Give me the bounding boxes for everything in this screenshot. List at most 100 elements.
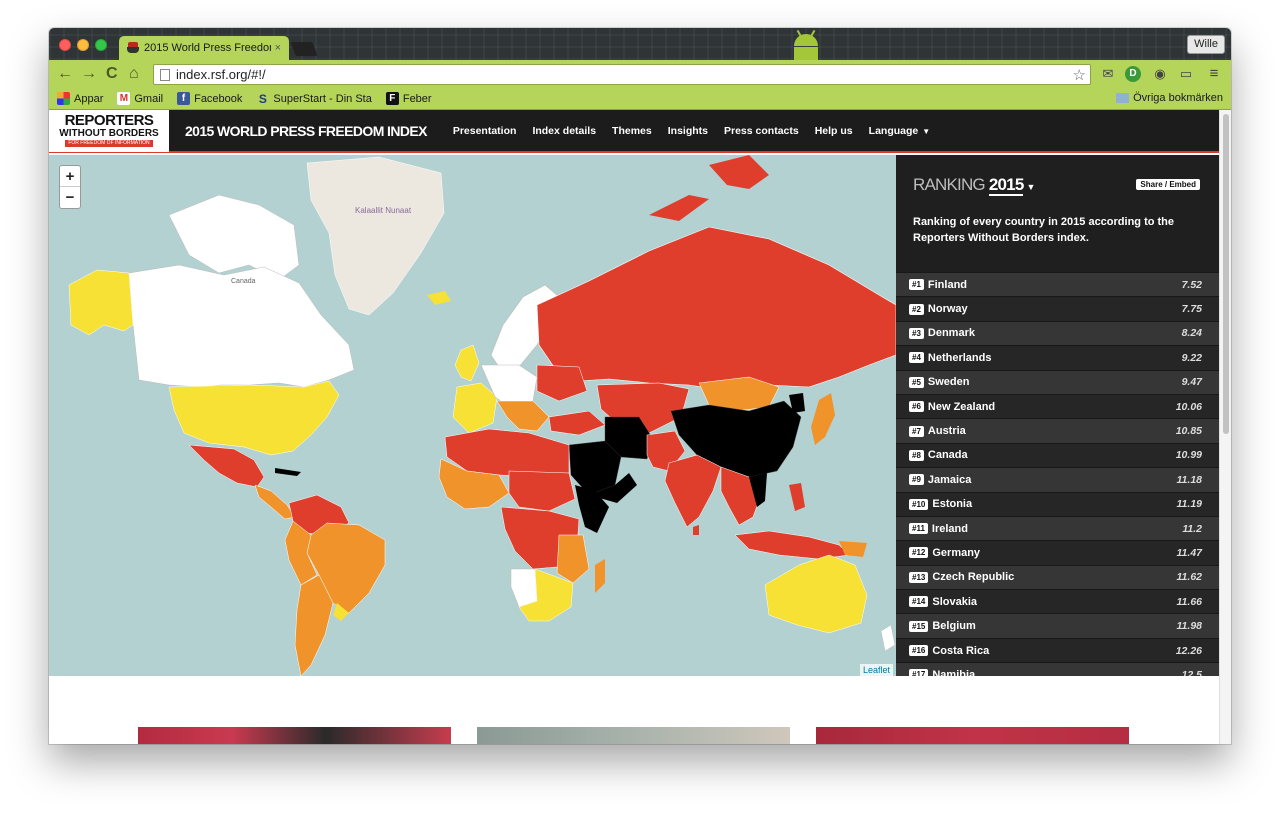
ranking-row[interactable]: #12 Germany 11.47 (896, 540, 1219, 565)
page-icon (160, 68, 170, 81)
ranking-row[interactable]: #2 Norway 7.75 (896, 296, 1219, 321)
logo-line-1: REPORTERS (64, 112, 154, 129)
ranking-row[interactable]: #11 Ireland 11.2 (896, 515, 1219, 541)
menu-icon[interactable]: ≡ (1205, 66, 1223, 82)
article-thumbnail[interactable] (138, 727, 451, 744)
scrollbar-thumb[interactable] (1223, 114, 1229, 434)
rank-badge: #11 (909, 523, 928, 535)
bookmark-facebook[interactable]: f Facebook (177, 92, 242, 105)
nav-press-contacts[interactable]: Press contacts (724, 125, 799, 137)
site-header: REPORTERS WITHOUT BORDERS FOR FREEDOM OF… (49, 110, 1219, 153)
country-score: 9.47 (1181, 376, 1202, 389)
nav-insights[interactable]: Insights (668, 125, 708, 137)
zoom-control: + − (59, 165, 81, 209)
ranking-row[interactable]: #16 Costa Rica 12.26 (896, 637, 1219, 663)
nav-index-details[interactable]: Index details (532, 125, 596, 137)
instapaper-extension-icon[interactable]: D (1125, 66, 1141, 82)
zoom-window-button[interactable] (95, 39, 107, 51)
reload-icon[interactable]: C (106, 64, 118, 84)
rsf-logo[interactable]: REPORTERS WITHOUT BORDERS FOR FREEDOM OF… (49, 110, 169, 152)
bookmarks-bar: Appar M Gmail f Facebook S SuperStart - … (49, 88, 1231, 110)
ranking-row[interactable]: #10 Estonia 11.19 (896, 491, 1219, 516)
country-name: Belgium (932, 620, 976, 633)
mail-extension-icon[interactable]: ✉ (1099, 66, 1117, 82)
share-embed-button[interactable]: Share / Embed (1136, 179, 1200, 190)
country-name: Netherlands (927, 351, 992, 364)
country-india (664, 454, 722, 528)
country-name: Costa Rica (932, 644, 990, 657)
country-sri-lanka (693, 525, 699, 535)
ranking-row[interactable]: #6 New Zealand 10.06 (896, 393, 1219, 419)
country-score: 11.18 (1176, 473, 1203, 486)
bookmark-label: Feber (402, 92, 432, 105)
ranking-row[interactable]: #5 Sweden 9.47 (896, 369, 1219, 394)
new-tab-button[interactable] (290, 42, 318, 56)
folder-icon (1116, 93, 1130, 103)
ranking-row[interactable]: #15 Belgium 11.98 (896, 613, 1219, 638)
bookmark-label: Appar (74, 92, 104, 105)
ranking-year-selector[interactable]: 2015 (988, 176, 1024, 196)
country-score: 10.85 (1175, 425, 1202, 438)
page-scrollbar[interactable] (1219, 110, 1231, 744)
bookmark-superstart[interactable]: S SuperStart - Din Sta (256, 92, 372, 106)
country-iceland (427, 291, 451, 305)
nav-help-us[interactable]: Help us (815, 125, 853, 137)
ranking-row[interactable]: #8 Canada 10.99 (896, 442, 1219, 468)
ranking-row[interactable]: #4 Netherlands 9.22 (896, 345, 1219, 370)
country-cuba (275, 468, 301, 476)
site-title[interactable]: 2015 WORLD PRESS FREEDOM INDEX (185, 123, 427, 139)
rank-badge: #1 (909, 279, 924, 291)
country-score: 12.26 (1175, 644, 1202, 657)
address-bar[interactable]: ☆ (153, 64, 1091, 85)
country-central-america (254, 484, 296, 520)
country-name: Norway (927, 303, 968, 316)
ranking-row[interactable]: #3 Denmark 8.24 (896, 320, 1219, 346)
forward-arrow-icon[interactable]: → (81, 64, 97, 84)
ranking-row[interactable]: #9 Jamaica 11.18 (896, 467, 1219, 492)
bookmark-star-icon[interactable]: ☆ (1073, 66, 1086, 84)
profile-button[interactable]: Wille (1187, 35, 1225, 54)
cast-icon[interactable]: ▭ (1177, 66, 1195, 82)
home-icon[interactable]: ⌂ (129, 64, 139, 84)
other-bookmarks[interactable]: Övriga bokmärken (1116, 92, 1223, 104)
ranking-row[interactable]: #17 Namibia 12.5 (896, 662, 1219, 676)
close-window-button[interactable] (59, 39, 71, 51)
country-name: Estonia (932, 498, 973, 511)
article-thumbnail[interactable] (816, 727, 1129, 744)
country-name: Austria (927, 425, 966, 438)
url-input[interactable] (176, 67, 1073, 82)
rank-badge: #5 (909, 376, 924, 388)
minimize-window-button[interactable] (77, 39, 89, 51)
nav-themes[interactable]: Themes (612, 125, 652, 137)
zoom-in-button[interactable]: + (60, 166, 80, 187)
zoom-out-button[interactable]: − (60, 187, 80, 208)
country-score: 12.5 (1181, 668, 1202, 676)
bookmark-gmail[interactable]: M Gmail (117, 92, 163, 105)
world-map[interactable]: + − Kalaallit Nunaat Canada Leaflet (49, 155, 896, 676)
country-ukraine-belarus (536, 364, 588, 402)
rank-badge: #12 (909, 547, 929, 559)
country-name: Finland (927, 278, 968, 291)
ranking-row[interactable]: #13 Czech Republic 11.62 (896, 564, 1219, 590)
bookmark-label: Facebook (194, 92, 243, 105)
country-name: Jamaica (927, 473, 972, 486)
leaflet-attribution-link[interactable]: Leaflet (859, 664, 893, 676)
rank-badge: #9 (909, 474, 924, 486)
ranking-row[interactable]: #7 Austria 10.85 (896, 418, 1219, 443)
browser-tab[interactable]: 2015 World Press Freedom Index × (119, 36, 289, 60)
country-name: Slovakia (932, 595, 977, 608)
bookmark-feber[interactable]: F Feber (385, 92, 432, 105)
tab-close-icon[interactable]: × (275, 42, 281, 54)
ranking-row[interactable]: #1 Finland 7.52 (896, 272, 1219, 297)
country-score: 10.99 (1175, 449, 1202, 462)
nav-presentation[interactable]: Presentation (453, 125, 517, 137)
article-thumbnail[interactable] (477, 727, 790, 744)
country-madagascar (595, 559, 605, 593)
nav-language[interactable]: Language ▼ (869, 125, 931, 137)
bookmark-appar[interactable]: Appar (57, 92, 103, 105)
country-russia (536, 226, 896, 392)
ranking-row[interactable]: #14 Slovakia 11.66 (896, 589, 1219, 614)
caret-down-icon[interactable]: ▼ (1026, 182, 1035, 192)
owl-extension-icon[interactable]: ◉ (1151, 66, 1169, 82)
back-arrow-icon[interactable]: ← (57, 64, 73, 84)
